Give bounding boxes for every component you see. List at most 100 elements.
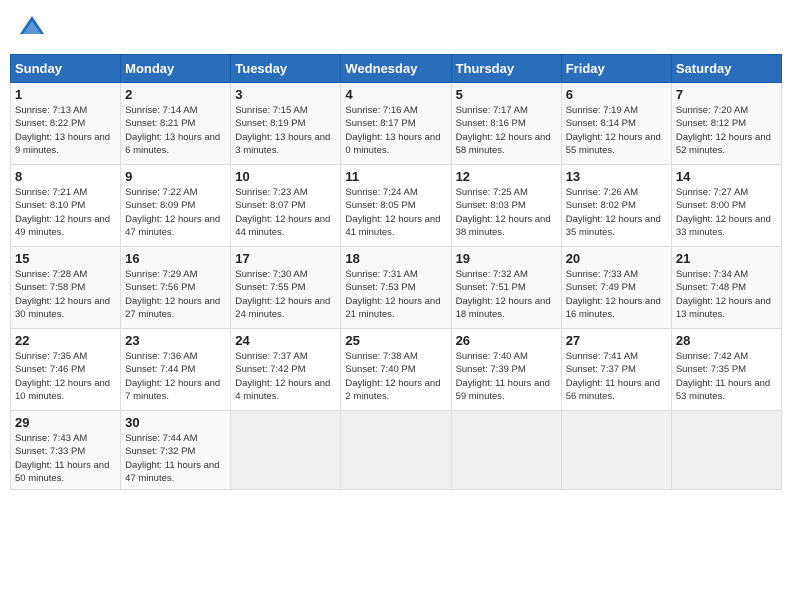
day-number: 13 [566, 169, 667, 184]
day-info: Sunrise: 7:38 AMSunset: 7:40 PMDaylight:… [345, 350, 446, 403]
calendar-cell: 24 Sunrise: 7:37 AMSunset: 7:42 PMDayligh… [231, 329, 341, 411]
header-row: SundayMondayTuesdayWednesdayThursdayFrid… [11, 55, 782, 83]
calendar-week-row: 15 Sunrise: 7:28 AMSunset: 7:58 PMDayligh… [11, 247, 782, 329]
day-number: 21 [676, 251, 777, 266]
calendar-cell: 10 Sunrise: 7:23 AMSunset: 8:07 PMDayligh… [231, 165, 341, 247]
day-info: Sunrise: 7:29 AMSunset: 7:56 PMDaylight:… [125, 268, 226, 321]
column-header-thursday: Thursday [451, 55, 561, 83]
column-header-friday: Friday [561, 55, 671, 83]
logo [18, 14, 50, 42]
calendar-cell: 26Sunrise: 7:40 AMSunset: 7:39 PMDayligh… [451, 329, 561, 411]
calendar-cell: 12 Sunrise: 7:25 AMSunset: 8:03 PMDayligh… [451, 165, 561, 247]
day-number: 6 [566, 87, 667, 102]
day-info: Sunrise: 7:40 AMSunset: 7:39 PMDaylight:… [456, 350, 557, 403]
day-number: 11 [345, 169, 446, 184]
day-info: Sunrise: 7:13 AMSunset: 8:22 PMDaylight:… [15, 104, 116, 157]
column-header-wednesday: Wednesday [341, 55, 451, 83]
day-info: Sunrise: 7:19 AMSunset: 8:14 PMDaylight:… [566, 104, 667, 157]
calendar-cell: 30 Sunrise: 7:44 AMSunset: 7:32 PMDayligh… [121, 411, 231, 490]
day-info: Sunrise: 7:25 AMSunset: 8:03 PMDaylight:… [456, 186, 557, 239]
calendar-cell: 8 Sunrise: 7:21 AMSunset: 8:10 PMDaylight… [11, 165, 121, 247]
column-header-monday: Monday [121, 55, 231, 83]
day-info: Sunrise: 7:44 AMSunset: 7:32 PMDaylight:… [125, 432, 226, 485]
page-header [10, 10, 782, 46]
day-number: 25 [345, 333, 446, 348]
calendar-cell: 18 Sunrise: 7:31 AMSunset: 7:53 PMDayligh… [341, 247, 451, 329]
day-info: Sunrise: 7:22 AMSunset: 8:09 PMDaylight:… [125, 186, 226, 239]
day-info: Sunrise: 7:14 AMSunset: 8:21 PMDaylight:… [125, 104, 226, 157]
day-info: Sunrise: 7:42 AMSunset: 7:35 PMDaylight:… [676, 350, 777, 403]
calendar-cell: 1 Sunrise: 7:13 AMSunset: 8:22 PMDaylight… [11, 83, 121, 165]
day-number: 27 [566, 333, 667, 348]
logo-icon [18, 14, 46, 42]
day-number: 4 [345, 87, 446, 102]
calendar-cell [451, 411, 561, 490]
day-number: 18 [345, 251, 446, 266]
day-number: 23 [125, 333, 226, 348]
day-info: Sunrise: 7:33 AMSunset: 7:49 PMDaylight:… [566, 268, 667, 321]
day-info: Sunrise: 7:41 AMSunset: 7:37 PMDaylight:… [566, 350, 667, 403]
calendar-cell: 29 Sunrise: 7:43 AMSunset: 7:33 PMDayligh… [11, 411, 121, 490]
day-number: 9 [125, 169, 226, 184]
column-header-tuesday: Tuesday [231, 55, 341, 83]
calendar-cell: 14Sunrise: 7:27 AMSunset: 8:00 PMDayligh… [671, 165, 781, 247]
day-number: 19 [456, 251, 557, 266]
day-info: Sunrise: 7:20 AMSunset: 8:12 PMDaylight:… [676, 104, 777, 157]
day-info: Sunrise: 7:28 AMSunset: 7:58 PMDaylight:… [15, 268, 116, 321]
day-number: 7 [676, 87, 777, 102]
day-number: 12 [456, 169, 557, 184]
day-info: Sunrise: 7:23 AMSunset: 8:07 PMDaylight:… [235, 186, 336, 239]
calendar-week-row: 22Sunrise: 7:35 AMSunset: 7:46 PMDayligh… [11, 329, 782, 411]
day-number: 2 [125, 87, 226, 102]
calendar-cell: 2 Sunrise: 7:14 AMSunset: 8:21 PMDaylight… [121, 83, 231, 165]
calendar-cell: 5 Sunrise: 7:17 AMSunset: 8:16 PMDaylight… [451, 83, 561, 165]
calendar-cell: 4 Sunrise: 7:16 AMSunset: 8:17 PMDaylight… [341, 83, 451, 165]
day-number: 10 [235, 169, 336, 184]
day-number: 5 [456, 87, 557, 102]
calendar-cell: 15 Sunrise: 7:28 AMSunset: 7:58 PMDayligh… [11, 247, 121, 329]
day-info: Sunrise: 7:36 AMSunset: 7:44 PMDaylight:… [125, 350, 226, 403]
day-info: Sunrise: 7:31 AMSunset: 7:53 PMDaylight:… [345, 268, 446, 321]
calendar-week-row: 1 Sunrise: 7:13 AMSunset: 8:22 PMDaylight… [11, 83, 782, 165]
calendar-cell: 16 Sunrise: 7:29 AMSunset: 7:56 PMDayligh… [121, 247, 231, 329]
day-number: 16 [125, 251, 226, 266]
calendar-table: SundayMondayTuesdayWednesdayThursdayFrid… [10, 54, 782, 490]
day-number: 28 [676, 333, 777, 348]
calendar-cell [671, 411, 781, 490]
calendar-cell: 28 Sunrise: 7:42 AMSunset: 7:35 PMDayligh… [671, 329, 781, 411]
calendar-cell: 20 Sunrise: 7:33 AMSunset: 7:49 PMDayligh… [561, 247, 671, 329]
calendar-cell: 27 Sunrise: 7:41 AMSunset: 7:37 PMDayligh… [561, 329, 671, 411]
calendar-cell: 7 Sunrise: 7:20 AMSunset: 8:12 PMDaylight… [671, 83, 781, 165]
day-info: Sunrise: 7:16 AMSunset: 8:17 PMDaylight:… [345, 104, 446, 157]
day-info: Sunrise: 7:43 AMSunset: 7:33 PMDaylight:… [15, 432, 116, 485]
day-number: 15 [15, 251, 116, 266]
day-number: 24 [235, 333, 336, 348]
calendar-week-row: 29 Sunrise: 7:43 AMSunset: 7:33 PMDayligh… [11, 411, 782, 490]
day-info: Sunrise: 7:37 AMSunset: 7:42 PMDaylight:… [235, 350, 336, 403]
column-header-sunday: Sunday [11, 55, 121, 83]
calendar-cell [231, 411, 341, 490]
calendar-cell: 11 Sunrise: 7:24 AMSunset: 8:05 PMDayligh… [341, 165, 451, 247]
calendar-week-row: 8 Sunrise: 7:21 AMSunset: 8:10 PMDaylight… [11, 165, 782, 247]
day-info: Sunrise: 7:24 AMSunset: 8:05 PMDaylight:… [345, 186, 446, 239]
calendar-cell [561, 411, 671, 490]
calendar-cell [341, 411, 451, 490]
calendar-cell: 23 Sunrise: 7:36 AMSunset: 7:44 PMDayligh… [121, 329, 231, 411]
day-info: Sunrise: 7:27 AMSunset: 8:00 PMDaylight:… [676, 186, 777, 239]
day-number: 29 [15, 415, 116, 430]
day-info: Sunrise: 7:21 AMSunset: 8:10 PMDaylight:… [15, 186, 116, 239]
day-info: Sunrise: 7:30 AMSunset: 7:55 PMDaylight:… [235, 268, 336, 321]
day-number: 3 [235, 87, 336, 102]
calendar-cell: 25 Sunrise: 7:38 AMSunset: 7:40 PMDayligh… [341, 329, 451, 411]
day-number: 30 [125, 415, 226, 430]
day-number: 20 [566, 251, 667, 266]
day-number: 1 [15, 87, 116, 102]
day-number: 17 [235, 251, 336, 266]
calendar-cell: 9 Sunrise: 7:22 AMSunset: 8:09 PMDaylight… [121, 165, 231, 247]
calendar-cell: 19Sunrise: 7:32 AMSunset: 7:51 PMDayligh… [451, 247, 561, 329]
day-number: 8 [15, 169, 116, 184]
day-info: Sunrise: 7:15 AMSunset: 8:19 PMDaylight:… [235, 104, 336, 157]
calendar-cell: 17 Sunrise: 7:30 AMSunset: 7:55 PMDayligh… [231, 247, 341, 329]
day-info: Sunrise: 7:17 AMSunset: 8:16 PMDaylight:… [456, 104, 557, 157]
day-number: 22 [15, 333, 116, 348]
